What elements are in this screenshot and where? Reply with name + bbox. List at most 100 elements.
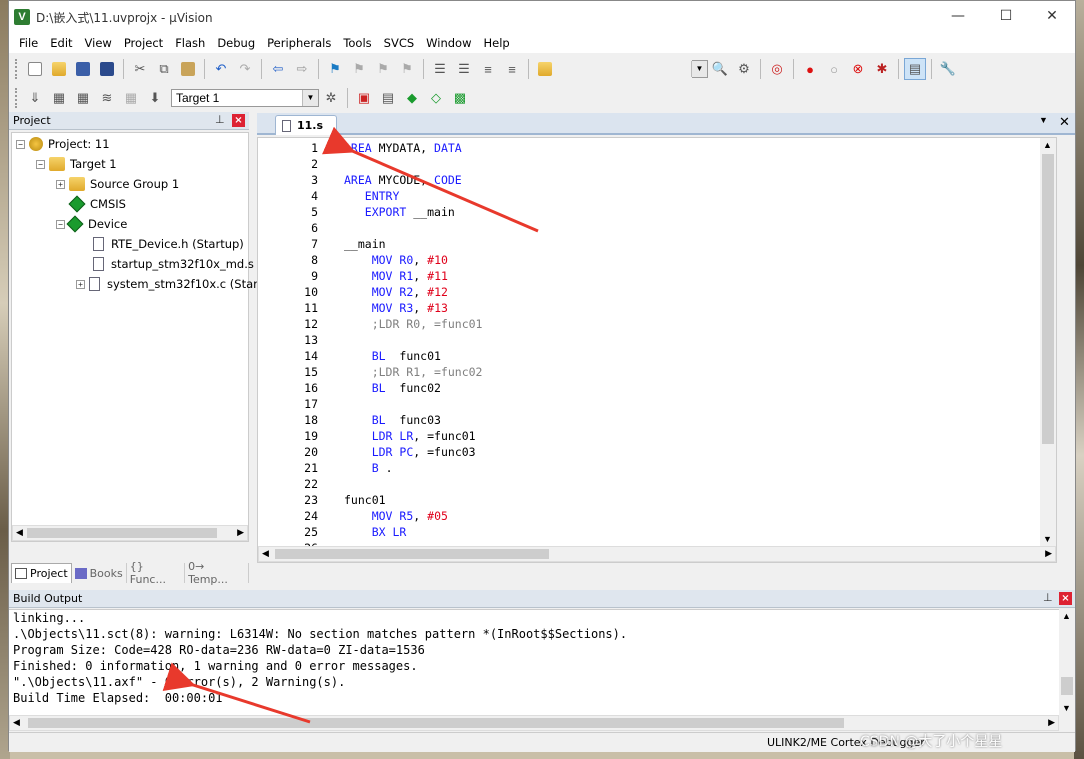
unindent-icon[interactable]: ☰	[453, 58, 475, 80]
tree-item-file[interactable]: startup_stm32f10x_md.s	[93, 254, 254, 274]
menu-tools[interactable]: Tools	[337, 36, 377, 50]
menu-debug[interactable]: Debug	[211, 36, 261, 50]
redo-icon[interactable]: ↷	[234, 58, 256, 80]
scroll-left-icon[interactable]: ◀	[262, 548, 269, 559]
breakpoint-icon[interactable]: ●	[799, 58, 821, 80]
disable-breakpoint-icon[interactable]: ○	[823, 58, 845, 80]
tree-item-target[interactable]: − Target 1	[36, 154, 117, 174]
collapse-icon[interactable]: −	[16, 139, 25, 149]
download-icon[interactable]: ⬇	[144, 87, 166, 109]
build-output-close-icon[interactable]: ×	[1059, 592, 1072, 605]
tree-item-file[interactable]: RTE_Device.h (Startup)	[93, 234, 244, 254]
debug-session-icon[interactable]: ◎	[766, 58, 788, 80]
menu-view[interactable]: View	[79, 36, 118, 50]
pack-installer-icon[interactable]: ▩	[449, 87, 471, 109]
close-button[interactable]: ✕	[1029, 1, 1075, 33]
select-packs-icon[interactable]: ◇	[425, 87, 447, 109]
copy-icon[interactable]: ⧉	[153, 58, 175, 80]
find-combo[interactable]: ▼	[691, 60, 708, 78]
editor-tab-11s[interactable]: 11.s	[275, 115, 337, 135]
bookmark-icon[interactable]: ⚑	[324, 58, 346, 80]
nav-back-icon[interactable]: ⇦	[267, 58, 289, 80]
collapse-icon[interactable]: −	[36, 159, 45, 169]
pin-icon[interactable]: ⊥	[215, 113, 225, 126]
menu-edit[interactable]: Edit	[44, 36, 78, 50]
tab-templates[interactable]: 0→ Temp...	[185, 560, 249, 586]
window-layout-icon[interactable]: ▤	[904, 58, 926, 80]
rebuild-icon[interactable]: ▦	[72, 87, 94, 109]
nav-forward-icon[interactable]: ⇨	[291, 58, 313, 80]
scroll-thumb[interactable]	[28, 718, 844, 728]
manage-project-icon[interactable]: ▣	[353, 87, 375, 109]
find-in-files-icon[interactable]	[534, 58, 556, 80]
menu-project[interactable]: Project	[118, 36, 169, 50]
indent-icon[interactable]: ☰	[429, 58, 451, 80]
scroll-left-icon[interactable]: ◀	[16, 527, 23, 538]
scroll-down-icon[interactable]: ▼	[1043, 534, 1052, 544]
editor-vertical-scrollbar[interactable]: ▲ ▼	[1040, 138, 1056, 546]
find-icon[interactable]: 🔍	[709, 58, 731, 80]
tree-item-source-group[interactable]: + Source Group 1	[56, 174, 179, 194]
save-all-icon[interactable]	[96, 58, 118, 80]
scroll-right-icon[interactable]: ▶	[1048, 717, 1055, 728]
expand-icon[interactable]: +	[56, 179, 65, 189]
tab-functions[interactable]: {} Func...	[127, 560, 186, 586]
tab-project[interactable]: Project	[11, 563, 72, 583]
minimize-button[interactable]: —	[935, 1, 981, 33]
tab-list-icon[interactable]: ▼	[1039, 115, 1048, 125]
scroll-right-icon[interactable]: ▶	[237, 527, 244, 538]
scroll-thumb[interactable]	[275, 549, 549, 559]
build-vertical-scrollbar[interactable]: ▲ ▼	[1059, 609, 1075, 715]
menu-peripherals[interactable]: Peripherals	[261, 36, 337, 50]
kill-breakpoints-icon[interactable]: ✱	[871, 58, 893, 80]
manage-rte-icon[interactable]: ◆	[401, 87, 423, 109]
menu-help[interactable]: Help	[478, 36, 516, 50]
scroll-up-icon[interactable]: ▲	[1062, 611, 1071, 621]
scroll-thumb[interactable]	[1061, 677, 1073, 695]
comment-icon[interactable]: ≡	[477, 58, 499, 80]
menu-file[interactable]: File	[13, 36, 44, 50]
scroll-down-icon[interactable]: ▼	[1062, 703, 1071, 713]
incremental-find-icon[interactable]: ⚙	[733, 58, 755, 80]
target-options-icon[interactable]: ✲	[320, 87, 342, 109]
bookmark-next-icon[interactable]: ⚑	[372, 58, 394, 80]
tree-item-file[interactable]: + system_stm32f10x.c (Star	[76, 274, 258, 294]
project-panel-close-icon[interactable]: ×	[232, 114, 245, 127]
tree-item-project[interactable]: − Project: 11	[16, 134, 110, 154]
tree-item-cmsis[interactable]: CMSIS	[68, 194, 126, 214]
menu-window[interactable]: Window	[420, 36, 477, 50]
pin-icon[interactable]: ⊥	[1043, 591, 1053, 604]
paste-icon[interactable]	[177, 58, 199, 80]
target-select[interactable]: Target 1 ▼	[171, 89, 319, 107]
build-output-text[interactable]: linking... .\Objects\11.sct(8): warning:…	[9, 609, 1059, 715]
cut-icon[interactable]: ✂	[129, 58, 151, 80]
scroll-up-icon[interactable]: ▲	[1043, 140, 1052, 150]
save-icon[interactable]	[72, 58, 94, 80]
open-file-icon[interactable]	[48, 58, 70, 80]
editor-horizontal-scrollbar[interactable]: ◀ ▶	[258, 546, 1056, 562]
bookmark-clear-icon[interactable]: ⚑	[396, 58, 418, 80]
uncomment-icon[interactable]: ≡	[501, 58, 523, 80]
undo-icon[interactable]: ↶	[210, 58, 232, 80]
build-horizontal-scrollbar[interactable]: ◀ ▶	[9, 715, 1059, 731]
tree-item-device[interactable]: − Device	[56, 214, 127, 234]
stop-build-icon[interactable]: ▦	[120, 87, 142, 109]
collapse-icon[interactable]: −	[56, 219, 65, 229]
new-file-icon[interactable]	[24, 58, 46, 80]
tab-books[interactable]: Books	[72, 563, 127, 583]
file-extensions-icon[interactable]: ▤	[377, 87, 399, 109]
build-icon[interactable]: ▦	[48, 87, 70, 109]
scroll-thumb[interactable]	[1042, 154, 1054, 444]
disable-all-breakpoints-icon[interactable]: ⊗	[847, 58, 869, 80]
maximize-button[interactable]: ☐	[983, 1, 1029, 33]
editor-close-icon[interactable]: ✕	[1059, 114, 1070, 130]
expand-icon[interactable]: +	[76, 279, 85, 289]
scroll-right-icon[interactable]: ▶	[1045, 548, 1052, 559]
project-horizontal-scrollbar[interactable]: ◀ ▶	[12, 525, 248, 541]
menu-svcs[interactable]: SVCS	[378, 36, 421, 50]
scroll-thumb[interactable]	[27, 528, 217, 538]
menu-flash[interactable]: Flash	[169, 36, 211, 50]
batch-build-icon[interactable]: ≋	[96, 87, 118, 109]
code-editor[interactable]: 1 AREA MYDATA, DATA 2 3 AREA MYCODE, CODE 4 E…	[257, 137, 1057, 563]
bookmark-prev-icon[interactable]: ⚑	[348, 58, 370, 80]
